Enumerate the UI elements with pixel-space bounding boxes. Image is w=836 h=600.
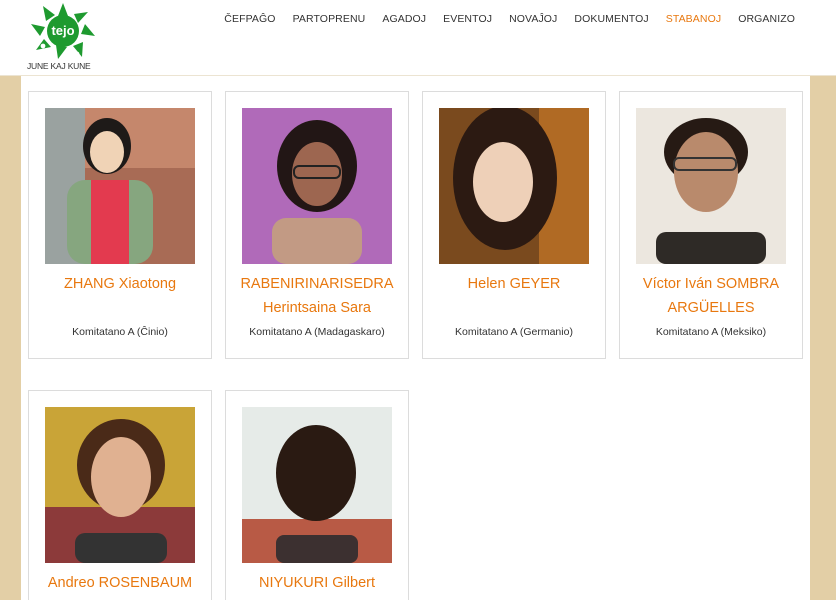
staff-photo <box>242 108 392 264</box>
staff-grid: ZHANG Xiaotong Komitatano A (Ĉinio) RABE… <box>21 76 810 600</box>
staff-card[interactable]: Helen GEYER Komitatano A (Germanio) <box>422 91 606 359</box>
staff-photo <box>242 407 392 563</box>
nav-item-dokumentoj[interactable]: DOKUMENTOJ <box>574 13 648 25</box>
staff-name[interactable]: NIYUKURI Gilbert <box>226 571 408 595</box>
nav-item-stabanoj[interactable]: STABANOJ <box>666 13 721 25</box>
staff-name[interactable]: Andreo ROSENBAUM <box>29 571 211 595</box>
staff-card[interactable]: Víctor Iván SOMBRA ARGÜELLES Komitatano … <box>619 91 803 359</box>
logo-caption: JUNE KAJ KUNE <box>27 61 91 71</box>
staff-photo <box>439 108 589 264</box>
star-logo-icon: tejo <box>31 3 95 59</box>
staff-role: Komitatano A (Meksiko) <box>655 326 767 338</box>
nav-item-cefpago[interactable]: ČEFPAĜO <box>224 13 275 25</box>
staff-photo <box>45 407 195 563</box>
staff-role: Komitatano A (Madagaskaro) <box>249 326 385 338</box>
staff-card[interactable]: RABENIRINARISEDRA Herintsaina Sara Komit… <box>225 91 409 359</box>
staff-role: Komitatano A (Germanio) <box>455 326 573 338</box>
logo-text: tejo <box>51 23 74 38</box>
main-nav: ČEFPAĜO PARTOPRENU AGADOJ EVENTOJ NOVAĴO… <box>207 13 795 25</box>
nav-item-novajoj[interactable]: NOVAĴOJ <box>509 13 557 25</box>
staff-photo <box>636 108 786 264</box>
staff-name[interactable]: Víctor Iván SOMBRA ARGÜELLES <box>620 272 802 320</box>
staff-card[interactable]: Andreo ROSENBAUM <box>28 390 212 600</box>
nav-item-agadoj[interactable]: AGADOJ <box>382 13 426 25</box>
staff-card[interactable]: ZHANG Xiaotong Komitatano A (Ĉinio) <box>28 91 212 359</box>
nav-item-partoprenu[interactable]: PARTOPRENU <box>293 13 366 25</box>
nav-item-organizo[interactable]: ORGANIZO <box>738 13 795 25</box>
nav-item-eventoj[interactable]: EVENTOJ <box>443 13 492 25</box>
staff-name[interactable]: Helen GEYER <box>423 272 605 296</box>
staff-role: Komitatano A (Ĉinio) <box>72 326 168 338</box>
site-header: tejo JUNE KAJ KUNE ČEFPAĜO PARTOPRENU AG… <box>0 0 836 76</box>
staff-name[interactable]: ZHANG Xiaotong <box>29 272 211 296</box>
tejo-logo[interactable]: tejo JUNE KAJ KUNE <box>27 2 99 72</box>
staff-photo <box>45 108 195 264</box>
staff-card[interactable]: NIYUKURI Gilbert <box>225 390 409 600</box>
staff-name[interactable]: RABENIRINARISEDRA Herintsaina Sara <box>226 272 408 320</box>
